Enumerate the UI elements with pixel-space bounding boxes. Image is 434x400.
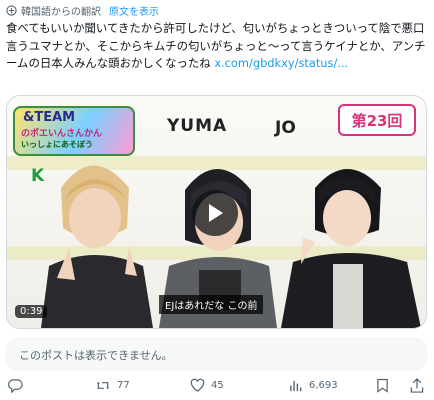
quoted-post-unavailable: このポストは表示できません。 [6, 338, 427, 370]
video-duration: 0:39 [15, 305, 48, 318]
episode-badge: 第23回 [338, 104, 416, 136]
retweet-count: 77 [117, 380, 130, 391]
member-name-k: K [31, 166, 45, 186]
action-bar: 77 45 6,693 [0, 378, 434, 398]
views-icon [290, 380, 302, 392]
share-button[interactable] [410, 378, 430, 393]
member-name-jo: JO [275, 118, 296, 138]
views-count: 6,693 [309, 380, 338, 391]
video-subtitle: EJはあれだな この前 [159, 295, 264, 314]
person-k [41, 165, 153, 328]
logo-line-2: のポエいんさんかん [21, 129, 103, 139]
person-jo [281, 169, 421, 328]
translate-icon [6, 4, 17, 16]
play-button[interactable] [192, 190, 238, 236]
reply-icon [8, 379, 23, 393]
translation-notice: 韓国語からの翻訳 原文を表示 [6, 2, 159, 18]
tweet-text: 食べてもいいか聞いてきたから許可したけど、匂いがちょっときついって陰で悪口言うユ… [6, 20, 426, 73]
translation-notice-text: 韓国語からの翻訳 [21, 6, 101, 18]
bookmark-icon [377, 378, 388, 393]
logo-line-1: &TEAM [23, 110, 76, 125]
play-icon [209, 204, 223, 222]
unavailable-text: このポストは表示できません。 [19, 349, 173, 362]
show-original-link[interactable]: 原文を表示 [109, 3, 159, 18]
bookmark-button[interactable] [376, 378, 395, 393]
reply-button[interactable] [8, 378, 29, 393]
like-button[interactable]: 45 [190, 378, 224, 393]
member-name-yuma: YUMA [167, 116, 228, 136]
views-button[interactable]: 6,693 [288, 378, 338, 393]
like-count: 45 [211, 380, 224, 391]
video-player[interactable]: &TEAM のポエいんさんかん いっしょにあそぼう 第23回 K YUMA JO [6, 95, 427, 329]
retweet-icon [96, 381, 110, 390]
heart-icon [190, 378, 205, 392]
share-icon [410, 378, 424, 393]
tweet-link[interactable]: x.com/gbdkxy/status/... [214, 56, 348, 70]
retweet-button[interactable]: 77 [95, 378, 130, 393]
